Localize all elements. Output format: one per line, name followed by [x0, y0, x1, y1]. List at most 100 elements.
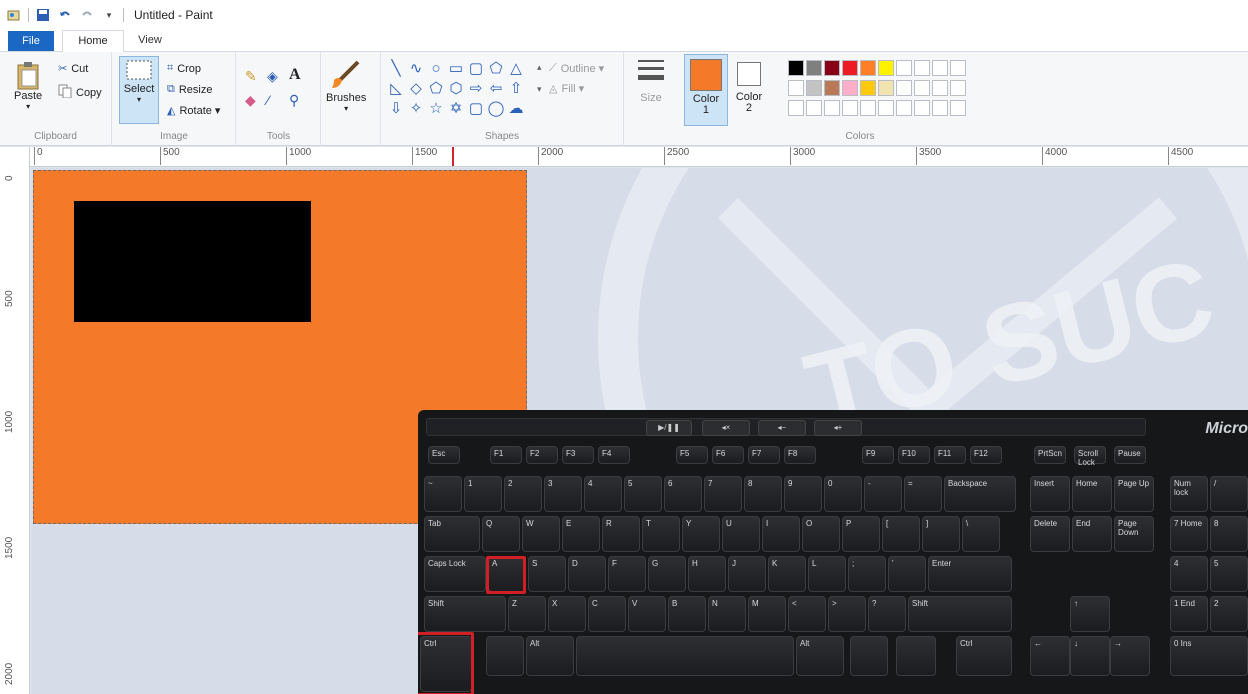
down-arrow-shape-icon[interactable]: ⇩: [387, 100, 405, 118]
tab-file[interactable]: File: [8, 31, 54, 51]
magnifier-icon[interactable]: ⚲: [289, 92, 299, 109]
copy-icon: [58, 84, 72, 101]
cut-button[interactable]: ✂ Cut: [58, 62, 89, 76]
four-point-star-shape-icon[interactable]: ✧: [407, 100, 425, 118]
keyboard-key: 8: [1210, 516, 1248, 552]
keyboard-key: 1: [464, 476, 502, 512]
save-icon[interactable]: [35, 7, 51, 23]
ruler-tick-label: 2000: [538, 147, 563, 165]
right-arrow-shape-icon[interactable]: ⇨: [467, 80, 485, 98]
copy-button[interactable]: Copy: [58, 84, 102, 101]
left-arrow-shape-icon[interactable]: ⇦: [487, 80, 505, 98]
color-swatch[interactable]: [788, 60, 804, 76]
text-tool-icon[interactable]: A: [289, 66, 301, 84]
keyboard-key: F10: [898, 446, 930, 464]
undo-icon[interactable]: [57, 7, 73, 23]
color-swatch[interactable]: [878, 80, 894, 96]
oval-shape-icon[interactable]: ○: [427, 60, 445, 78]
fill-button[interactable]: ◬ Fill ▾: [549, 82, 584, 95]
keyboard-key: I: [762, 516, 800, 552]
color1-swatch: [690, 59, 722, 91]
color-swatch[interactable]: [806, 80, 822, 96]
curve-shape-icon[interactable]: ∿: [407, 60, 425, 78]
polygon-shape-icon[interactable]: ⬠: [487, 60, 505, 78]
empty-color-swatch[interactable]: [896, 60, 912, 76]
customize-toolbar-icon[interactable]: ▾: [101, 7, 117, 23]
triangle-shape-icon[interactable]: △: [507, 60, 525, 78]
keyboard-key: 4: [584, 476, 622, 512]
crop-button[interactable]: ⌗ Crop: [167, 62, 201, 75]
tab-home[interactable]: Home: [62, 30, 124, 53]
color-picker-icon[interactable]: ⁄: [267, 92, 269, 108]
line-shape-icon[interactable]: ╲: [387, 60, 405, 78]
shapes-gallery[interactable]: ╲ ∿ ○ ▭ ▢ ⬠ △ ◺ ◇ ⬠ ⬡ ⇨ ⇦ ⇧ ⇩ ✧ ☆ ✡ ▢ ◯ …: [387, 60, 537, 120]
color-swatch[interactable]: [824, 60, 840, 76]
up-arrow-shape-icon[interactable]: ⇧: [507, 80, 525, 98]
empty-color-swatch[interactable]: [878, 100, 894, 116]
black-rectangle-shape[interactable]: [74, 201, 311, 322]
color-swatch[interactable]: [824, 80, 840, 96]
empty-color-swatch[interactable]: [950, 80, 966, 96]
empty-color-swatch[interactable]: [896, 80, 912, 96]
keyboard-key: Home: [1072, 476, 1112, 512]
six-point-star-shape-icon[interactable]: ✡: [447, 100, 465, 118]
rotate-button[interactable]: ◭ Rotate ▾: [167, 104, 220, 117]
keyboard-key: Num lock: [1170, 476, 1208, 512]
empty-color-swatch[interactable]: [842, 100, 858, 116]
empty-color-swatch[interactable]: [914, 60, 930, 76]
empty-color-swatch[interactable]: [860, 100, 876, 116]
color-swatch[interactable]: [806, 60, 822, 76]
cut-label: Cut: [71, 62, 89, 75]
empty-color-swatch[interactable]: [932, 100, 948, 116]
empty-color-swatch[interactable]: [932, 80, 948, 96]
color-swatch[interactable]: [788, 80, 804, 96]
empty-color-swatch[interactable]: [950, 100, 966, 116]
rectangle-shape-icon[interactable]: ▭: [447, 60, 465, 78]
clipboard-group-label: Clipboard: [34, 131, 77, 142]
color2-button[interactable]: Color 2: [730, 54, 768, 126]
empty-color-swatch[interactable]: [914, 100, 930, 116]
color-swatch[interactable]: [860, 60, 876, 76]
pentagon-shape-icon[interactable]: ⬠: [427, 80, 445, 98]
empty-color-swatch[interactable]: [788, 100, 804, 116]
resize-button[interactable]: ⧉ Resize: [167, 83, 212, 96]
color1-button[interactable]: Color 1: [684, 54, 728, 126]
ruler-tick-label: 1000: [286, 147, 311, 165]
hexagon-shape-icon[interactable]: ⬡: [447, 80, 465, 98]
empty-color-swatch[interactable]: [950, 60, 966, 76]
color-swatch[interactable]: [878, 60, 894, 76]
keyboard-key: >: [828, 596, 866, 632]
scroll-up-icon[interactable]: ▴: [537, 62, 542, 73]
right-triangle-shape-icon[interactable]: ◺: [387, 80, 405, 98]
select-button[interactable]: Select ▾: [119, 56, 159, 124]
keyboard-key: Z: [508, 596, 546, 632]
cloud-callout-shape-icon[interactable]: ☁: [507, 100, 525, 118]
empty-color-swatch[interactable]: [914, 80, 930, 96]
brushes-button[interactable]: Brushes ▾: [326, 58, 366, 113]
color-swatch[interactable]: [842, 60, 858, 76]
redo-icon[interactable]: [79, 7, 95, 23]
keyboard-key: Delete: [1030, 516, 1070, 552]
size-button[interactable]: Size: [632, 56, 670, 104]
paste-button[interactable]: Paste ▾: [14, 60, 42, 111]
pencil-icon[interactable]: ✎: [245, 68, 257, 85]
empty-color-swatch[interactable]: [896, 100, 912, 116]
tools-group: ✎ ◈ A ◆ ⁄ ⚲ Tools: [237, 52, 321, 146]
scroll-down-icon[interactable]: ▾: [537, 84, 542, 95]
rounded-rectangle-shape-icon[interactable]: ▢: [467, 60, 485, 78]
keyboard-key: Shift: [908, 596, 1012, 632]
tab-view[interactable]: View: [126, 30, 174, 52]
five-point-star-shape-icon[interactable]: ☆: [427, 100, 445, 118]
fill-bucket-icon[interactable]: ◈: [267, 68, 278, 85]
diamond-shape-icon[interactable]: ◇: [407, 80, 425, 98]
empty-color-swatch[interactable]: [932, 60, 948, 76]
rotate-label: Rotate ▾: [179, 105, 221, 117]
color-swatch[interactable]: [860, 80, 876, 96]
color-swatch[interactable]: [842, 80, 858, 96]
rounded-callout-shape-icon[interactable]: ▢: [467, 100, 485, 118]
eraser-icon[interactable]: ◆: [245, 92, 256, 109]
empty-color-swatch[interactable]: [824, 100, 840, 116]
empty-color-swatch[interactable]: [806, 100, 822, 116]
oval-callout-shape-icon[interactable]: ◯: [487, 100, 505, 118]
outline-button[interactable]: ⟋ Outline ▾: [549, 62, 604, 75]
